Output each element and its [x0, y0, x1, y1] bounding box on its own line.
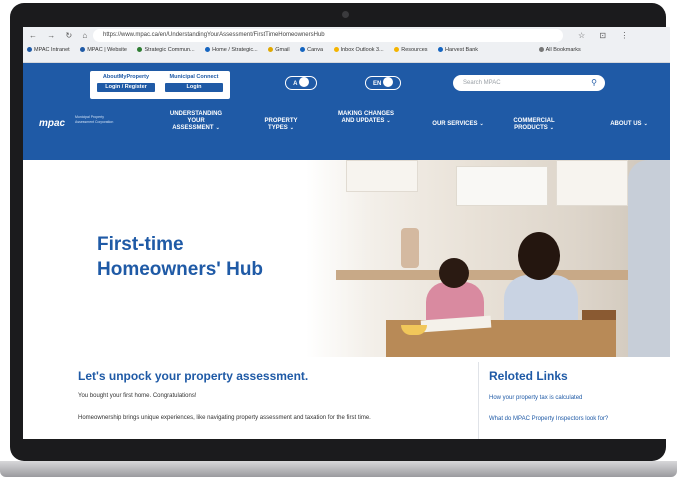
nav-commercial-products[interactable]: COMMERCIAL PRODUCTS ⌄ — [507, 118, 561, 132]
toggle-knob — [383, 77, 393, 88]
bookmark-icon — [27, 47, 32, 53]
bookmark-icon — [438, 47, 444, 53]
nav-property-types[interactable]: PROPERTY TYPES ⌄ — [259, 118, 303, 132]
chevron-down-icon: ⌄ — [479, 121, 484, 127]
bookmark-icon — [333, 47, 339, 53]
toggle-knob — [298, 77, 309, 88]
photo-window — [456, 166, 548, 206]
bookmark-icon — [300, 47, 306, 53]
municipal-connect-label: Municipal Connect — [169, 74, 219, 80]
nav-label: UNDERSTANDING YOUR ASSESSMENT — [169, 111, 223, 131]
hero-banner: First-time Homeowners' Hub — [23, 160, 670, 357]
sidebar-divider — [478, 362, 479, 439]
photo-cabinet — [346, 160, 418, 192]
bookmark-item[interactable]: MPAC | Website — [80, 47, 127, 53]
contrast-label: A — [293, 81, 298, 87]
intro-paragraph: You bought your first home. Congratulati… — [78, 393, 197, 399]
photo-person-head — [518, 232, 560, 280]
search-placeholder: Search MPAC — [463, 80, 501, 86]
bookmark-item[interactable]: Harvest Bank — [438, 47, 478, 53]
browser-action-icons[interactable]: ☆ ⊡ ⋮ — [578, 31, 634, 40]
photo-cabinet — [556, 160, 628, 206]
page-title-line: Homeowners' Hub — [97, 259, 264, 280]
laptop-base — [0, 461, 677, 477]
search-icon[interactable]: ⚲ — [591, 75, 597, 91]
folder-icon — [538, 47, 544, 53]
bookmark-item[interactable]: Home / Strategic... — [205, 47, 258, 53]
language-toggle[interactable]: EN FR — [365, 76, 401, 90]
bookmark-item-all[interactable]: All Bookmarks — [538, 47, 581, 53]
bookmark-icon — [80, 47, 86, 53]
bookmark-icon — [394, 47, 400, 53]
related-links-heading: Reloted Links — [489, 369, 568, 383]
photo-person-head — [439, 258, 469, 288]
language-en[interactable]: EN — [373, 81, 381, 87]
search-input[interactable]: Search MPAC ⚲ — [453, 75, 605, 91]
nav-understanding-assessment[interactable]: UNDERSTANDING YOUR ASSESSMENT ⌄ — [165, 111, 227, 132]
site-header: AboutMyProperty Login / Register Municip… — [23, 63, 670, 160]
bookmark-item[interactable]: Resources — [394, 47, 428, 53]
hero-photo — [306, 160, 670, 357]
page-title-line: First-time — [97, 234, 184, 255]
browser-nav-icons[interactable]: ← → ↻ ⌂ — [29, 31, 91, 40]
logo-tagline: Municipal Property Assessment Corporatio… — [75, 115, 114, 124]
bookmark-item[interactable]: Inbox Outlook 3... — [333, 47, 384, 53]
browser-chrome: ← → ↻ ⌂ https://www.mpac.ca/en/Understan… — [23, 27, 670, 63]
nav-label: COMMERCIAL PRODUCTS — [513, 118, 555, 131]
related-link[interactable]: How your property tax is calculated — [489, 394, 582, 402]
chevron-down-icon: ⌄ — [643, 121, 648, 127]
nav-label: OUR SERVICES — [432, 121, 478, 127]
login-register-button[interactable]: Login / Register — [97, 83, 155, 92]
address-bar[interactable]: https://www.mpac.ca/en/UnderstandingYour… — [93, 29, 563, 42]
photo-plant — [401, 228, 419, 268]
bookmark-icon — [137, 47, 143, 53]
aboutmyproperty-login: AboutMyProperty Login / Register — [94, 74, 158, 92]
related-link[interactable]: What do MPAC Property Inspectors look fo… — [489, 415, 629, 423]
chevron-down-icon: ⌄ — [549, 125, 554, 131]
webcam — [342, 11, 349, 18]
aboutmyproperty-label: AboutMyProperty — [102, 74, 150, 80]
page-title: First-time Homeowners' Hub — [97, 232, 263, 282]
body-paragraph: Homeownership brings unique experiences,… — [78, 415, 371, 421]
bookmark-item[interactable]: Canva — [300, 47, 323, 53]
photo-person — [628, 160, 670, 357]
login-panel: AboutMyProperty Login / Register Municip… — [90, 71, 230, 99]
chevron-down-icon: ⌄ — [386, 118, 391, 124]
nav-label: ABOUT US — [610, 121, 642, 127]
bookmarks-bar: MPAC Intranet MPAC | Website Strategic C… — [27, 47, 667, 59]
nav-our-services[interactable]: OUR SERVICES ⌄ — [423, 121, 493, 128]
contrast-toggle[interactable]: A — [285, 76, 317, 90]
bookmark-item[interactable]: MPAC Intranet — [27, 47, 70, 53]
municipal-connect-login: Municipal Connect Login — [162, 74, 226, 92]
chevron-down-icon: ⌄ — [215, 125, 220, 131]
chevron-down-icon: ⌄ — [289, 125, 294, 131]
mpac-logo[interactable]: mpac — [39, 118, 65, 129]
bookmark-icon — [205, 47, 211, 53]
photo-counter — [336, 270, 670, 280]
section-heading: Let's unpock your property assessment. — [78, 369, 309, 383]
bookmark-item[interactable]: Gmail — [268, 47, 290, 53]
bookmark-icon — [268, 47, 274, 53]
nav-making-changes[interactable]: MAKING CHANGES AND UPDATES ⌄ — [335, 111, 397, 125]
bookmark-item[interactable]: Strategic Commun... — [137, 47, 195, 53]
municipal-login-button[interactable]: Login — [165, 83, 223, 92]
screen: ← → ↻ ⌂ https://www.mpac.ca/en/Understan… — [23, 27, 670, 439]
nav-about-us[interactable]: ABOUT US ⌄ — [595, 121, 663, 128]
